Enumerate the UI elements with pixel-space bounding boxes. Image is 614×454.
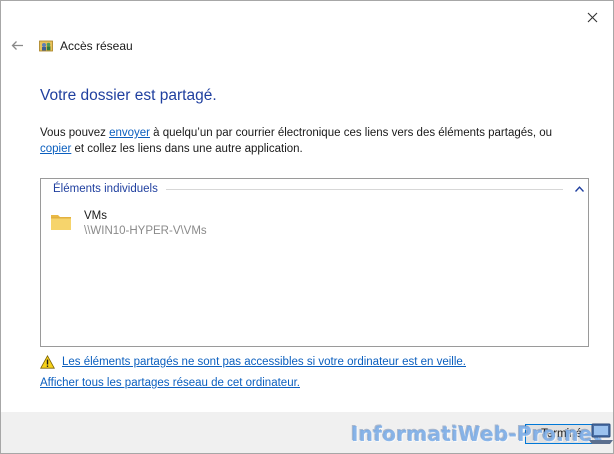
item-path: \\WIN10-HYPER-V\VMs bbox=[84, 225, 207, 237]
window-title-bar: Accès réseau bbox=[39, 38, 133, 53]
group-header-label: Éléments individuels bbox=[53, 183, 158, 195]
sleep-warning: Les éléments partagés ne sont pas access… bbox=[40, 355, 466, 369]
group-header-divider bbox=[165, 188, 563, 190]
para-text-1: Vous pouvez bbox=[40, 127, 110, 139]
sleep-warning-link[interactable]: Les éléments partagés ne sont pas access… bbox=[62, 356, 466, 368]
window-title: Accès réseau bbox=[60, 38, 133, 53]
laptop-logo-icon bbox=[589, 423, 613, 444]
warning-icon bbox=[40, 355, 55, 369]
back-arrow-icon bbox=[11, 40, 23, 50]
folder-icon bbox=[51, 215, 71, 230]
network-access-icon bbox=[39, 40, 53, 52]
shared-items-group: Éléments individuels VMs \\WIN10-HYPER-V… bbox=[40, 178, 589, 347]
collapse-button[interactable] bbox=[573, 183, 585, 195]
copy-link[interactable]: copier bbox=[40, 143, 71, 155]
show-all-shares-link[interactable]: Afficher tous les partages réseau de cet… bbox=[40, 377, 300, 389]
close-icon bbox=[587, 12, 597, 22]
group-header: Éléments individuels bbox=[53, 181, 588, 197]
list-item[interactable]: VMs \\WIN10-HYPER-V\VMs bbox=[50, 209, 207, 239]
page-heading: Votre dossier est partagé. bbox=[40, 87, 217, 104]
item-name: VMs bbox=[84, 210, 107, 222]
para-text-2: à quelqu’un par courrier électronique ce… bbox=[149, 127, 553, 139]
watermark-logo: InformatiWeb-Pro.net bbox=[351, 422, 603, 446]
send-link[interactable]: envoyer bbox=[109, 127, 150, 139]
chevron-up-icon bbox=[574, 186, 584, 192]
sharing-dialog: Accès réseau Votre dossier est partagé. … bbox=[0, 0, 614, 454]
info-paragraph: Vous pouvez envoyer à quelqu’un par cour… bbox=[40, 125, 585, 157]
para-text-3: et collez les liens dans une autre appli… bbox=[71, 143, 303, 155]
close-button[interactable] bbox=[581, 6, 603, 28]
back-button[interactable] bbox=[9, 37, 25, 53]
show-all-shares-row: Afficher tous les partages réseau de cet… bbox=[40, 377, 300, 389]
